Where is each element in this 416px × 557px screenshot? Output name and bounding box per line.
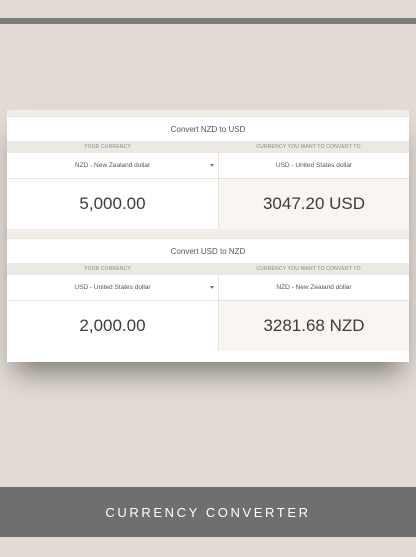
currency-select-row: NZD - New Zealand dollar USD - United St… xyxy=(7,153,409,179)
converted-result: 3047.20 USD xyxy=(219,179,409,229)
from-currency-select[interactable]: USD - United States dollar xyxy=(7,275,219,300)
amount-input[interactable]: 5,000.00 xyxy=(7,179,219,229)
your-currency-label: YOUR CURRENCY xyxy=(84,144,131,150)
to-currency-value: USD - United States dollar xyxy=(275,162,353,169)
dropdown-arrow-icon xyxy=(210,164,214,167)
currency-select-row: USD - United States dollar NZD - New Zea… xyxy=(7,275,409,301)
top-divider-bar xyxy=(0,18,416,24)
converter-usd-to-nzd: Convert USD to NZD YOUR CURRENCY CURRENC… xyxy=(7,238,409,360)
amount-row: 2,000.00 3281.68 NZD xyxy=(7,301,409,351)
to-currency-display: USD - United States dollar xyxy=(219,153,409,178)
converted-result: 3281.68 NZD xyxy=(219,301,409,351)
amount-input[interactable]: 2,000.00 xyxy=(7,301,219,351)
converter-spacer xyxy=(7,229,409,238)
your-currency-label: YOUR CURRENCY xyxy=(84,266,131,272)
to-currency-value: NZD - New Zealand dollar xyxy=(276,284,352,291)
footer-title: CURRENCY CONVERTER xyxy=(105,504,311,520)
converter-title: Convert USD to NZD xyxy=(7,238,409,264)
from-currency-value: NZD - New Zealand dollar xyxy=(74,162,151,169)
footer-banner: CURRENCY CONVERTER xyxy=(0,487,416,537)
converter-header: YOUR CURRENCY CURRENCY YOU WANT TO CONVE… xyxy=(7,141,409,153)
amount-row: 5,000.00 3047.20 USD xyxy=(7,179,409,229)
from-currency-select[interactable]: NZD - New Zealand dollar xyxy=(7,153,219,178)
to-currency-display: NZD - New Zealand dollar xyxy=(219,275,409,300)
converter-nzd-to-usd: Convert NZD to USD YOUR CURRENCY CURRENC… xyxy=(7,116,409,229)
converter-sheet: Convert NZD to USD YOUR CURRENCY CURRENC… xyxy=(7,110,409,362)
converter-header: YOUR CURRENCY CURRENCY YOU WANT TO CONVE… xyxy=(7,263,409,275)
converter-title: Convert NZD to USD xyxy=(7,116,409,142)
dropdown-arrow-icon xyxy=(210,286,214,289)
target-currency-label: CURRENCY YOU WANT TO CONVERT TO xyxy=(256,144,361,150)
target-currency-label: CURRENCY YOU WANT TO CONVERT TO xyxy=(256,266,361,272)
from-currency-value: USD - United States dollar xyxy=(74,284,151,291)
